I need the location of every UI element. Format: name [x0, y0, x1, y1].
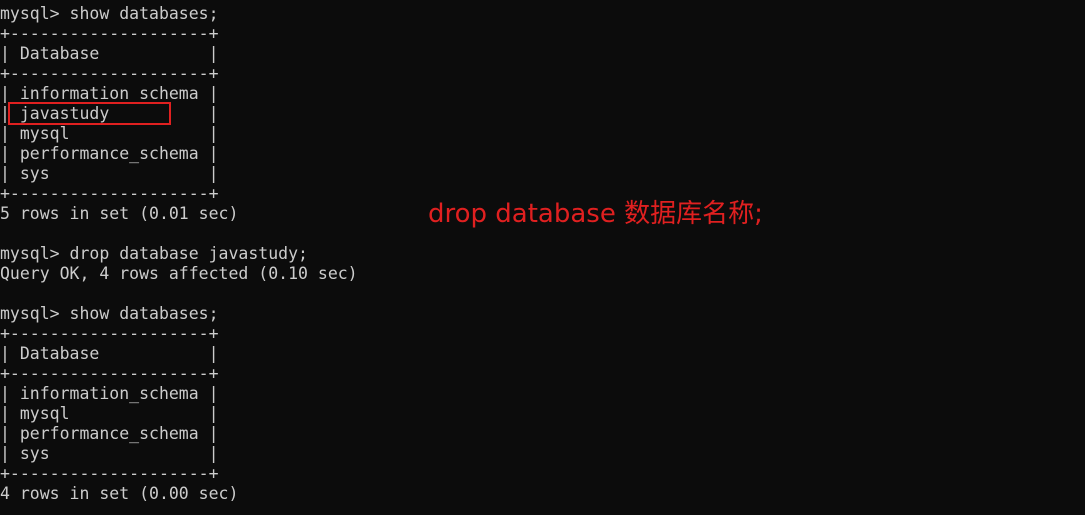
terminal-line: | information_schema |: [0, 384, 219, 403]
terminal-line: | sys |: [0, 444, 219, 463]
terminal-line: +--------------------+: [0, 324, 219, 343]
terminal-line: 4 rows in set (0.00 sec): [0, 484, 239, 503]
terminal-line: | sys |: [0, 164, 219, 183]
terminal-line: | performance_schema |: [0, 424, 219, 443]
terminal-line: +--------------------+: [0, 24, 219, 43]
terminal-line: +--------------------+: [0, 464, 219, 483]
terminal-line: +--------------------+: [0, 364, 219, 383]
terminal-window[interactable]: mysql> show databases; +----------------…: [0, 4, 1085, 515]
terminal-line: | information_schema |: [0, 84, 219, 103]
terminal-line: 5 rows in set (0.01 sec): [0, 204, 239, 223]
javastudy-highlight-box: [8, 102, 171, 125]
terminal-line: mysql> show databases;: [0, 304, 219, 323]
drop-database-annotation: drop database 数据库名称;: [428, 199, 763, 229]
terminal-line: mysql> drop database javastudy;: [0, 244, 308, 263]
terminal-line: | Database |: [0, 44, 219, 63]
terminal-line: | performance_schema |: [0, 144, 219, 163]
terminal-line: Query OK, 4 rows affected (0.10 sec): [0, 264, 358, 283]
terminal-line: | mysql |: [0, 404, 219, 423]
terminal-line: +--------------------+: [0, 184, 219, 203]
terminal-line: | mysql |: [0, 124, 219, 143]
terminal-line: mysql> show databases;: [0, 4, 219, 23]
terminal-line: +--------------------+: [0, 64, 219, 83]
terminal-line: | Database |: [0, 344, 219, 363]
